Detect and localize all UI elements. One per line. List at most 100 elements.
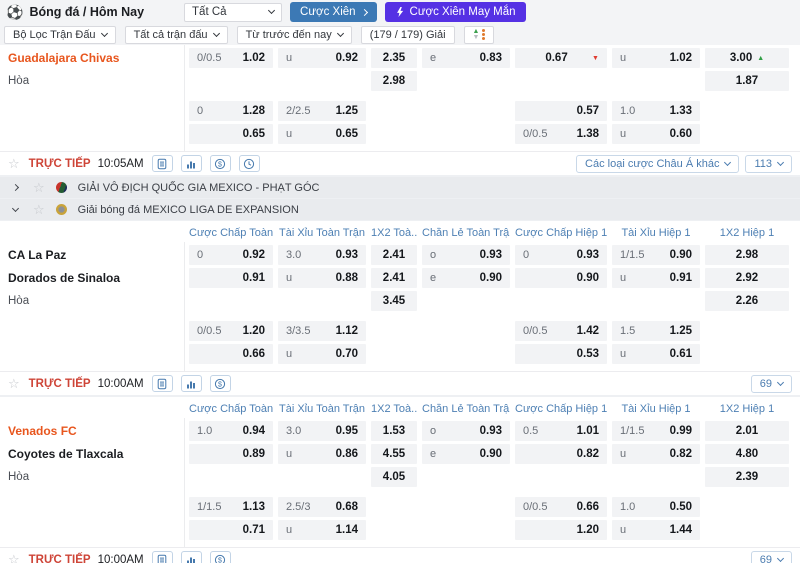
odds-cell[interactable]: 00.93 bbox=[515, 245, 607, 265]
league-row-mexico-corners[interactable]: ☆ GIẢI VÔ ĐỊCH QUỐC GIA MEXICO - PHẠT GÓ… bbox=[0, 177, 800, 198]
odds-cell[interactable]: 3.00.93 bbox=[278, 245, 366, 265]
odds-cell[interactable]: 0/0.50.66 bbox=[515, 497, 607, 517]
odds-cell[interactable]: 0/0.51.02 bbox=[189, 48, 273, 68]
odds-cell[interactable]: 2.41 bbox=[371, 245, 417, 265]
odds-cell[interactable]: 1/1.51.13 bbox=[189, 497, 273, 517]
odds-cell[interactable]: 0.67▼ bbox=[515, 48, 607, 68]
odds-cell[interactable]: 2.26 bbox=[705, 291, 789, 311]
odds-cell[interactable]: 1/1.50.99 bbox=[612, 421, 700, 441]
odds-cell[interactable]: 1.00.50 bbox=[612, 497, 700, 517]
sort-button[interactable]: ▲▼ bbox=[464, 26, 495, 44]
odds-cell[interactable]: u0.70 bbox=[278, 344, 366, 364]
market-count-button[interactable]: 69 bbox=[751, 551, 792, 563]
favorite-star-icon[interactable]: ☆ bbox=[33, 203, 45, 216]
lightning-icon bbox=[395, 7, 405, 17]
favorite-star-icon[interactable]: ☆ bbox=[33, 181, 45, 194]
odds-cell[interactable]: 1.20 bbox=[515, 520, 607, 540]
odds-cell[interactable]: 4.05 bbox=[371, 467, 417, 487]
filter-all-matches[interactable]: Tất cả trận đấu bbox=[125, 26, 228, 44]
filter-match-type[interactable]: Bộ Lọc Trận Đấu bbox=[4, 26, 116, 44]
stats-icon-button[interactable] bbox=[181, 551, 202, 563]
odds-cell[interactable]: 0.91 bbox=[189, 268, 273, 288]
odds-cell[interactable]: 3.00.95 bbox=[278, 421, 366, 441]
favorite-star-icon[interactable]: ☆ bbox=[8, 157, 20, 170]
team-name[interactable]: Venados FC bbox=[0, 424, 184, 438]
team-name[interactable]: Dorados de Sinaloa bbox=[0, 271, 184, 285]
betbuilder-icon-button[interactable] bbox=[152, 551, 173, 563]
odds-cell[interactable]: u1.02 bbox=[612, 48, 700, 68]
odds-cell[interactable]: 0.65 bbox=[189, 124, 273, 144]
betbuilder-icon-button[interactable] bbox=[152, 155, 173, 172]
odds-cell[interactable]: 1.00.94 bbox=[189, 421, 273, 441]
odds-cell[interactable]: 3.45 bbox=[371, 291, 417, 311]
odds-cell[interactable]: 2.01 bbox=[705, 421, 789, 441]
stats-icon-button[interactable] bbox=[181, 155, 202, 172]
odds-cell[interactable]: 2.92 bbox=[705, 268, 789, 288]
filter-time-range[interactable]: Từ trước đến nay bbox=[237, 26, 352, 44]
team-name[interactable]: Coyotes de Tlaxcala bbox=[0, 447, 184, 461]
odds-cell[interactable]: 0.90 bbox=[515, 268, 607, 288]
odds-cell[interactable]: 0.51.01 bbox=[515, 421, 607, 441]
odds-cell[interactable]: 0.66 bbox=[189, 344, 273, 364]
odds-cell[interactable]: 0.82 bbox=[515, 444, 607, 464]
favorite-star-icon[interactable]: ☆ bbox=[8, 377, 20, 390]
cashout-icon-button[interactable]: $ bbox=[210, 551, 231, 563]
league-count-box[interactable]: (179 / 179) Giải bbox=[361, 26, 455, 44]
betbuilder-icon-button[interactable] bbox=[152, 375, 173, 392]
odds-cell[interactable]: u0.92 bbox=[278, 48, 366, 68]
market-count-button[interactable]: 69 bbox=[751, 375, 792, 393]
odds-cell[interactable]: 1.53 bbox=[371, 421, 417, 441]
odds-cell[interactable]: 0.53 bbox=[515, 344, 607, 364]
odds-cell[interactable]: 1.51.25 bbox=[612, 321, 700, 341]
odds-cell[interactable]: u0.91 bbox=[612, 268, 700, 288]
odds-cell[interactable]: 4.80 bbox=[705, 444, 789, 464]
odds-cell[interactable]: 2.41 bbox=[371, 268, 417, 288]
market-count-button[interactable]: 113 bbox=[745, 155, 792, 173]
odds-cell[interactable]: o0.93 bbox=[422, 245, 510, 265]
team-name[interactable]: Guadalajara Chivas bbox=[0, 51, 184, 65]
odds-cell[interactable]: u0.65 bbox=[278, 124, 366, 144]
more-asian-bets-button[interactable]: Các loại cược Châu Á khác bbox=[576, 155, 739, 173]
cashout-icon-button[interactable]: $ bbox=[210, 155, 231, 172]
odds-cell[interactable]: 2.39 bbox=[705, 467, 789, 487]
odds-cell[interactable]: 3/3.51.12 bbox=[278, 321, 366, 341]
odds-cell[interactable]: 2.98 bbox=[705, 245, 789, 265]
odds-cell[interactable]: 3.00▲ bbox=[705, 48, 789, 68]
odds-cell[interactable]: 1.01.33 bbox=[612, 101, 700, 121]
odds-cell[interactable]: e0.83 bbox=[422, 48, 510, 68]
odds-cell[interactable]: 2.5/30.68 bbox=[278, 497, 366, 517]
odds-cell[interactable]: e0.90 bbox=[422, 444, 510, 464]
odds-cell[interactable]: 0/0.51.38 bbox=[515, 124, 607, 144]
odds-cell[interactable]: u0.86 bbox=[278, 444, 366, 464]
odds-cell[interactable]: 0/0.51.42 bbox=[515, 321, 607, 341]
odds-cell[interactable]: 2/2.51.25 bbox=[278, 101, 366, 121]
odds-cell[interactable]: 2.35 bbox=[371, 48, 417, 68]
odds-cell[interactable]: o0.93 bbox=[422, 421, 510, 441]
odds-cell[interactable]: u0.82 bbox=[612, 444, 700, 464]
favorite-star-icon[interactable]: ☆ bbox=[8, 553, 20, 563]
lucky-parlay-button[interactable]: Cược Xiên May Mắn bbox=[385, 2, 526, 22]
team-name[interactable]: CA La Paz bbox=[0, 248, 184, 262]
odds-cell[interactable]: 0.89 bbox=[189, 444, 273, 464]
odds-cell[interactable]: u0.88 bbox=[278, 268, 366, 288]
odds-cell[interactable]: u0.60 bbox=[612, 124, 700, 144]
odds-cell[interactable]: u1.14 bbox=[278, 520, 366, 540]
odds-cell[interactable]: e0.90 bbox=[422, 268, 510, 288]
odds-cell[interactable]: u0.61 bbox=[612, 344, 700, 364]
match-filter-select[interactable]: Tất Cả bbox=[184, 3, 282, 22]
odds-cell[interactable]: 1/1.50.90 bbox=[612, 245, 700, 265]
cashout-icon-button[interactable]: $ bbox=[210, 375, 231, 392]
odds-cell[interactable]: 1.87 bbox=[705, 71, 789, 91]
odds-cell[interactable]: 4.55 bbox=[371, 444, 417, 464]
odds-cell[interactable]: 0.57 bbox=[515, 101, 607, 121]
history-icon-button[interactable] bbox=[239, 155, 260, 172]
odds-cell[interactable]: 00.92 bbox=[189, 245, 273, 265]
stats-icon-button[interactable] bbox=[181, 375, 202, 392]
league-row-liga-expansion[interactable]: ☆ Giải bóng đá MEXICO LIGA DE EXPANSION bbox=[0, 199, 800, 220]
odds-cell[interactable]: 0/0.51.20 bbox=[189, 321, 273, 341]
odds-cell[interactable]: 2.98 bbox=[371, 71, 417, 91]
parlay-button[interactable]: Cược Xiên bbox=[290, 2, 377, 22]
odds-cell[interactable]: u1.44 bbox=[612, 520, 700, 540]
odds-cell[interactable]: 01.28 bbox=[189, 101, 273, 121]
odds-cell[interactable]: 0.71 bbox=[189, 520, 273, 540]
